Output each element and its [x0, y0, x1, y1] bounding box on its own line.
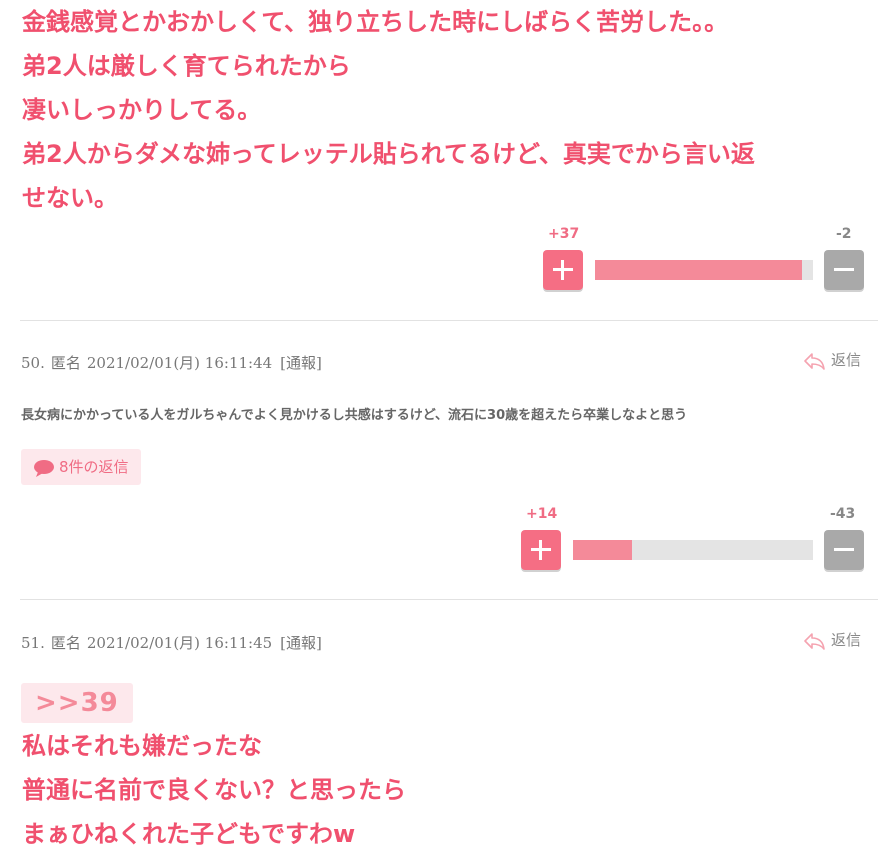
comment-line: 金銭感覚とかおかしくて、独り立ちした時にしばらく苦労した。。 — [22, 8, 729, 36]
report-link[interactable]: [通報] — [280, 634, 322, 652]
comment-line: まぁひねくれた子どもですわw — [22, 820, 356, 848]
comment-50-body: 長女病にかかっている人をガルちゃんでよく見かけるし共感はするけど、流石に30歳を… — [21, 408, 688, 423]
vote-ratio-fill — [573, 540, 633, 560]
plus-count: +37 — [548, 226, 580, 242]
minus-count: -43 — [830, 506, 856, 522]
comment-line: 私はそれも嫌だったな — [22, 732, 262, 760]
comment-line: 弟2人からダメな姉ってレッテル貼られてるけど、真実でから言い返 — [22, 140, 755, 168]
comment-50-meta: 50. 匿名 2021/02/01(月) 16:11:44 [通報] — [21, 352, 328, 373]
vote-ratio-bar — [573, 540, 813, 560]
plus-button[interactable] — [543, 250, 583, 290]
comment-author: 匿名 — [50, 634, 81, 652]
anchor-link[interactable]: >>39 — [21, 683, 133, 723]
plus-count: +14 — [526, 506, 558, 522]
replies-count: 8件の返信 — [59, 458, 129, 476]
comment-line: 普通に名前で良くない？と思ったら — [22, 776, 406, 804]
comment-49-body: 金銭感覚とかおかしくて、独り立ちした時にしばらく苦労した。。 弟2人は厳しく育て… — [22, 0, 755, 220]
comment-line: 弟2人は厳しく育てられたから — [22, 52, 351, 80]
reply-arrow-icon — [804, 352, 825, 370]
reply-label: 返信 — [831, 351, 862, 369]
comment-51-meta: 51. 匿名 2021/02/01(月) 16:11:45 [通報] — [21, 632, 328, 653]
comment-datetime: 2021/02/01(月) 16:11:45 — [86, 634, 273, 652]
vote-ratio-fill — [595, 260, 802, 280]
comment-line: せない。 — [22, 184, 118, 212]
comment-line: 凄いしっかりしてる。 — [22, 96, 262, 124]
reply-label: 返信 — [831, 631, 862, 649]
comment-author: 匿名 — [50, 354, 81, 372]
minus-count: -2 — [836, 226, 852, 242]
replies-badge[interactable]: 8件の返信 — [21, 449, 141, 485]
reply-button[interactable]: 返信 — [803, 629, 861, 650]
comment-51-body: 私はそれも嫌だったな 普通に名前で良くない？と思ったら まぁひねくれた子どもです… — [22, 724, 406, 856]
minus-button[interactable] — [824, 530, 864, 570]
minus-button[interactable] — [824, 250, 864, 290]
reply-button[interactable]: 返信 — [803, 349, 861, 370]
reply-arrow-icon — [804, 632, 825, 650]
vote-ratio-bar — [595, 260, 813, 280]
report-link[interactable]: [通報] — [280, 354, 322, 372]
divider — [20, 599, 878, 600]
plus-button[interactable] — [521, 530, 561, 570]
comment-number: 51. — [21, 634, 45, 652]
comment-number: 50. — [21, 354, 45, 372]
divider — [20, 320, 878, 321]
comment-datetime: 2021/02/01(月) 16:11:44 — [86, 354, 273, 372]
speech-bubble-icon — [34, 459, 54, 477]
